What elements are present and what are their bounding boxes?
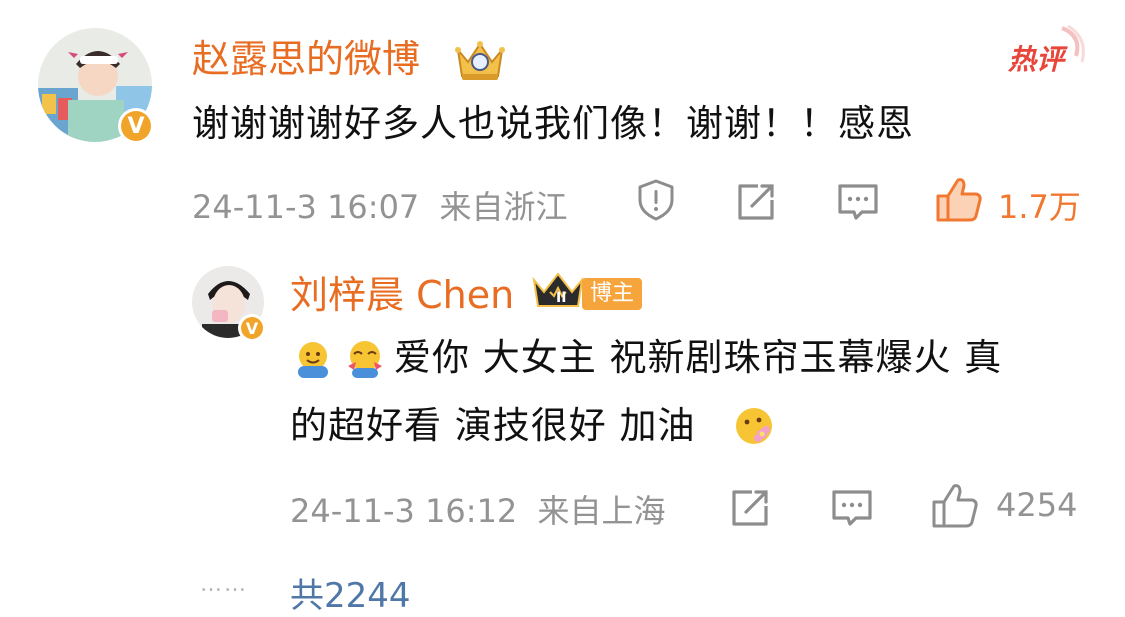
reply-location: 来自上海 — [537, 492, 666, 530]
like-count: 1.7万 — [998, 188, 1081, 226]
reply-username[interactable]: 刘梓晨 Chen — [290, 276, 514, 314]
crown-badge-icon — [452, 36, 508, 84]
reply-like-icon[interactable] — [930, 480, 980, 530]
emoji-love-icon — [342, 336, 388, 382]
comment-text: 谢谢谢谢好多人也说我们像！谢谢！！感恩 — [192, 102, 914, 145]
reply-time: 24-11-3 16:12 — [290, 492, 518, 530]
like-icon[interactable] — [934, 174, 984, 224]
comment-time: 24-11-3 16:07 — [192, 188, 420, 226]
reply-verified-badge-icon: V — [238, 314, 266, 342]
reply-like-count: 4254 — [996, 486, 1078, 524]
comment-meta: 24-11-3 16:07 来自浙江 — [192, 182, 567, 228]
emoji-hug-icon — [292, 338, 334, 380]
reply-text-line1: 爱你 大女主 祝新剧珠帘玉幕爆火 真 — [394, 336, 1003, 379]
report-icon[interactable] — [634, 178, 678, 222]
repost-icon[interactable] — [734, 180, 778, 224]
reply-repost-icon[interactable] — [728, 486, 772, 530]
comment-icon[interactable] — [836, 180, 880, 224]
comment-username[interactable]: 赵露思的微博 — [192, 40, 420, 78]
footer-dots: …… — [200, 572, 248, 597]
reply-meta: 24-11-3 16:12 来自上海 — [290, 486, 665, 532]
text-fade-overlay — [440, 568, 740, 614]
blogger-tag: 博主 — [582, 278, 643, 310]
hot-comment-badge: 热评 — [1002, 22, 1092, 82]
comment-location: 来自浙江 — [439, 188, 568, 226]
crown-rank-icon: II — [530, 270, 586, 312]
expand-replies-link[interactable]: 共2244 — [290, 568, 411, 617]
verified-badge-icon: V — [118, 108, 154, 144]
reply-text-line2: 的超好看 演技很好 加油 — [290, 404, 696, 447]
emoji-flower-icon — [730, 402, 778, 450]
reply-comment-icon[interactable] — [830, 486, 874, 530]
